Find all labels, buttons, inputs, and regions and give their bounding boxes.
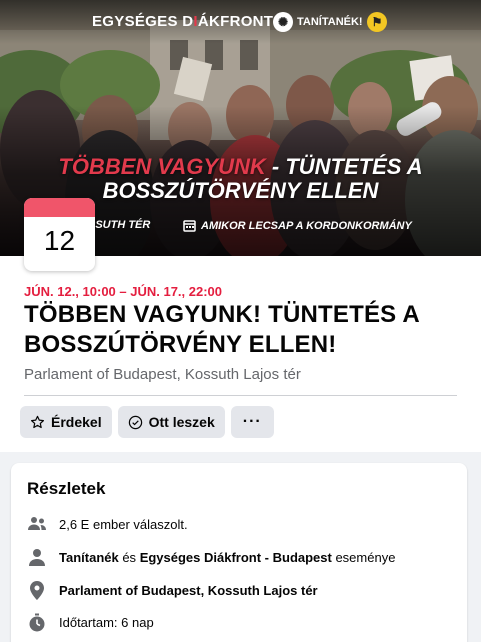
partner-badge-icon: ⚑ <box>367 12 387 32</box>
calendar-icon <box>183 220 196 232</box>
tanitanek-logo: ✺ TANÍTANÉK! <box>273 12 363 32</box>
stopwatch-icon <box>27 612 47 632</box>
going-button[interactable]: Ott leszek <box>117 406 225 438</box>
date-badge: 12 <box>24 198 95 271</box>
host-text: Tanítanék és Egységes Diákfront - Budape… <box>59 549 396 565</box>
host-link-egyseges-diakfront[interactable]: Egységes Diákfront - Budapest <box>140 550 332 565</box>
cover-when: AMIKOR LECSAP A KORDONKORMÁNY <box>183 219 412 232</box>
person-icon <box>27 547 47 567</box>
date-badge-strip <box>24 198 95 217</box>
host-row: Tanítanék és Egységes Diákfront - Budape… <box>27 547 395 567</box>
details-heading: Részletek <box>27 479 106 498</box>
event-header: JÚN. 12., 10:00 – JÚN. 17., 22:00 TÖBBEN… <box>0 256 481 452</box>
details-card: Részletek 2,6 E ember válaszolt. Tanítan… <box>11 463 467 642</box>
responses-text: 2,6 E ember válaszolt. <box>59 516 188 532</box>
cover-location-text: SSUTH TÉR <box>88 219 151 231</box>
host-link-tanitanek[interactable]: Tanítanék <box>59 550 119 565</box>
responses-row[interactable]: 2,6 E ember válaszolt. <box>27 514 188 534</box>
location-row[interactable]: Parlament of Budapest, Kossuth Lajos tér <box>27 580 318 600</box>
duration-text: Időtartam: 6 nap <box>59 614 154 630</box>
map-pin-icon <box>27 580 47 600</box>
interested-button[interactable]: Érdekel <box>20 406 112 438</box>
cover-headline: TÖBBEN VAGYUNK - TÜNTETÉS A BOSSZÚTÖRVÉN… <box>58 154 423 203</box>
event-title: TÖBBEN VAGYUNK! TÜNTETÉS A BOSSZÚTÖRVÉNY… <box>24 301 419 358</box>
event-actions: Érdekel Ott leszek ··· <box>20 406 274 438</box>
event-location[interactable]: Parlament of Budapest, Kossuth Lajos tér <box>24 366 301 383</box>
tanitanek-emblem-icon: ✺ <box>273 12 293 32</box>
star-icon <box>30 415 45 428</box>
event-date-range: JÚN. 12., 10:00 – JÚN. 17., 22:00 <box>24 284 223 299</box>
people-icon <box>27 514 47 534</box>
location-text: Parlament of Budapest, Kossuth Lajos tér <box>59 582 318 598</box>
check-circle-icon <box>128 415 142 429</box>
duration-row: Időtartam: 6 nap <box>27 612 154 632</box>
more-options-button[interactable]: ··· <box>230 406 274 438</box>
divider <box>24 395 457 396</box>
egyseges-diakfront-logo: EGYSÉGES DIÁKFRONT <box>92 13 274 30</box>
date-badge-day: 12 <box>43 225 76 256</box>
